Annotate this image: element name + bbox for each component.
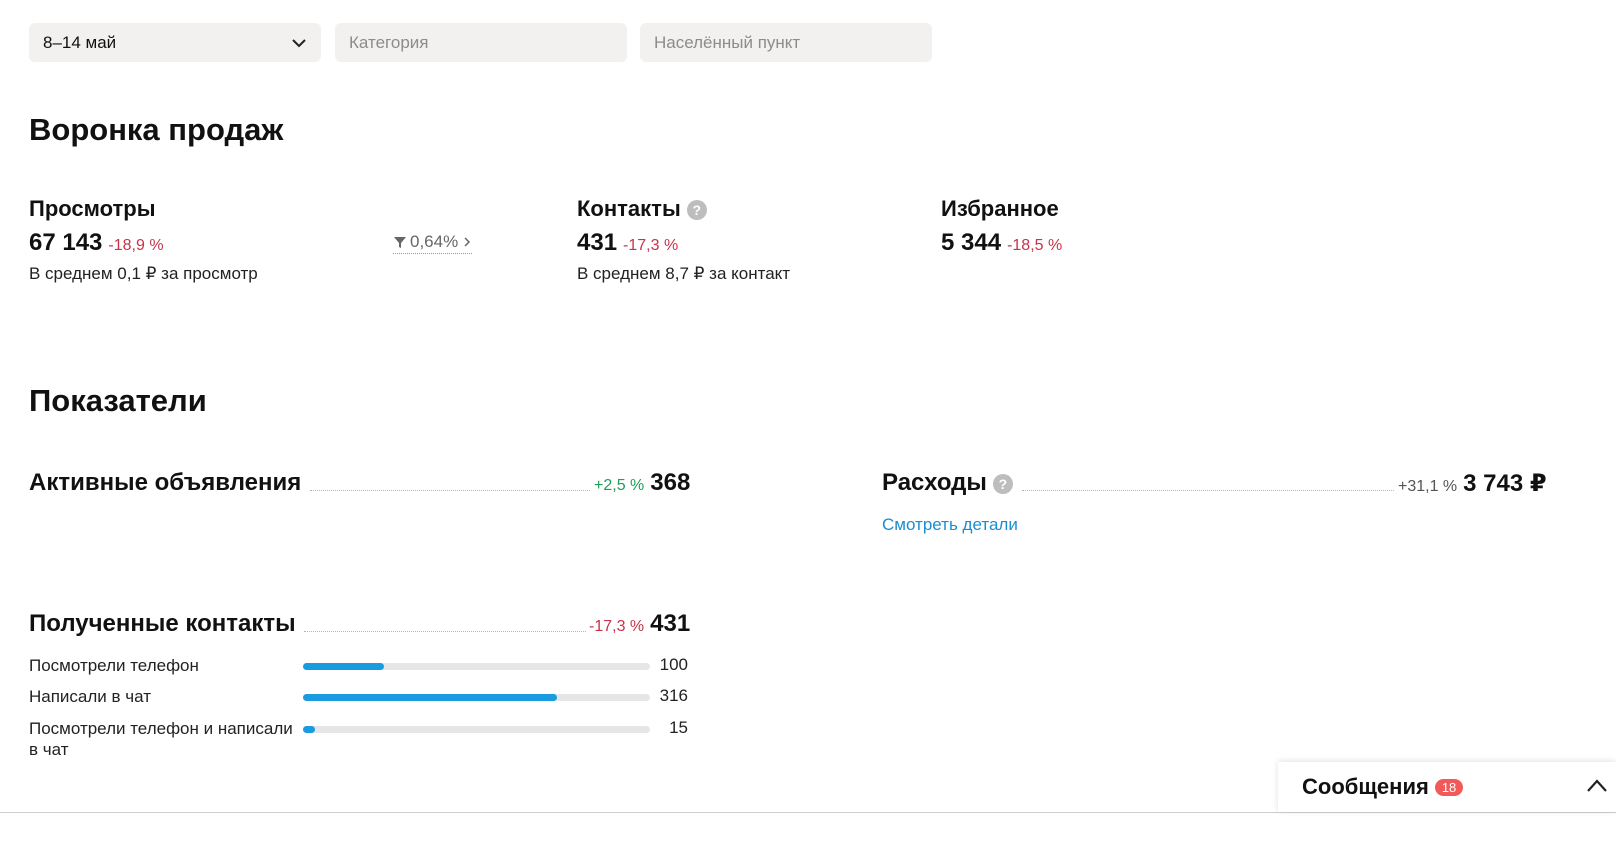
views-value-group: 67 143 -18,9 % <box>29 229 164 257</box>
contacts-title: Контакты <box>577 196 681 221</box>
views-average: В среднем 0,1 ₽ за просмотр <box>29 264 258 283</box>
bottom-divider <box>0 812 1616 813</box>
chevron-right-icon <box>464 237 471 247</box>
active-ads-value-group: +2,5 % 368 <box>594 469 690 497</box>
location-select[interactable]: Населённый пункт <box>640 23 932 62</box>
contacts-received-value: 431 <box>650 610 691 637</box>
help-icon[interactable]: ? <box>686 200 707 221</box>
contacts-average: В среднем 8,7 ₽ за контакт <box>577 264 791 283</box>
expenses-title-group: Расходы? <box>882 469 1013 497</box>
contacts-received-title: Полученные контакты <box>29 610 296 637</box>
dotted-leader <box>1022 490 1394 491</box>
bar-label-phone-and-chat: Посмотрели телефон и написали в чат <box>29 719 293 759</box>
views-title: Просмотры <box>29 196 156 221</box>
messages-title: Сообщения <box>1302 774 1429 799</box>
conversion-link[interactable]: 0,64% <box>393 232 473 254</box>
dotted-leader <box>310 490 590 491</box>
contacts-value-group: 431 -17,3 % <box>577 229 678 257</box>
views-value: 67 143 <box>29 229 103 256</box>
period-select[interactable]: 8–14 май <box>29 23 321 62</box>
bar-label-phone: Посмотрели телефон <box>29 656 199 675</box>
bar-track-chat <box>303 694 650 701</box>
funnel-heading: Воронка продаж <box>29 112 284 147</box>
favorites-value: 5 344 <box>941 229 1002 256</box>
expenses-value-group: +31,1 % 3 743 ₽ <box>1398 469 1547 498</box>
help-icon[interactable]: ? <box>992 473 1013 494</box>
funnel-icon <box>394 237 406 248</box>
views-delta: -18,9 % <box>108 237 164 254</box>
contacts-value: 431 <box>577 229 618 256</box>
bar-count-phone-and-chat: 15 <box>669 718 688 737</box>
chevron-up-icon[interactable] <box>1586 777 1608 795</box>
view-details-link[interactable]: Смотреть детали <box>882 515 1018 535</box>
active-ads-delta: +2,5 % <box>594 477 645 494</box>
expenses-value: 3 743 ₽ <box>1463 470 1547 497</box>
period-value: 8–14 май <box>43 32 117 52</box>
bar-count-phone: 100 <box>659 655 688 674</box>
category-placeholder: Категория <box>349 32 429 52</box>
messages-panel[interactable]: Сообщения 18 <box>1278 762 1616 812</box>
bar-label-chat: Написали в чат <box>29 687 152 706</box>
bar-track-phone <box>303 663 650 670</box>
dotted-leader <box>304 631 586 632</box>
favorites-value-group: 5 344 -18,5 % <box>941 229 1062 257</box>
active-ads-title: Активные объявления <box>29 469 302 496</box>
contacts-received-delta: -17,3 % <box>589 618 645 635</box>
bar-count-chat: 316 <box>659 686 688 705</box>
conversion-value: 0,64% <box>410 232 459 251</box>
active-ads-value: 368 <box>650 469 691 496</box>
contacts-title-group: Контакты? <box>577 196 707 222</box>
bar-fill-chat <box>303 694 558 701</box>
expenses-delta: +31,1 % <box>1398 478 1458 495</box>
bar-track-phone-and-chat <box>303 726 650 733</box>
indicators-heading: Показатели <box>29 383 207 418</box>
bar-fill-phone <box>303 663 384 670</box>
location-placeholder: Населённый пункт <box>654 32 801 52</box>
category-select[interactable]: Категория <box>335 23 627 62</box>
messages-badge: 18 <box>1434 778 1464 796</box>
expenses-title: Расходы <box>882 469 987 496</box>
favorites-title: Избранное <box>941 196 1059 221</box>
favorites-delta: -18,5 % <box>1007 237 1063 254</box>
bar-fill-phone-and-chat <box>303 726 316 733</box>
chevron-down-icon <box>292 38 306 47</box>
contacts-delta: -17,3 % <box>623 237 679 254</box>
contacts-received-value-group: -17,3 % 431 <box>589 610 690 638</box>
